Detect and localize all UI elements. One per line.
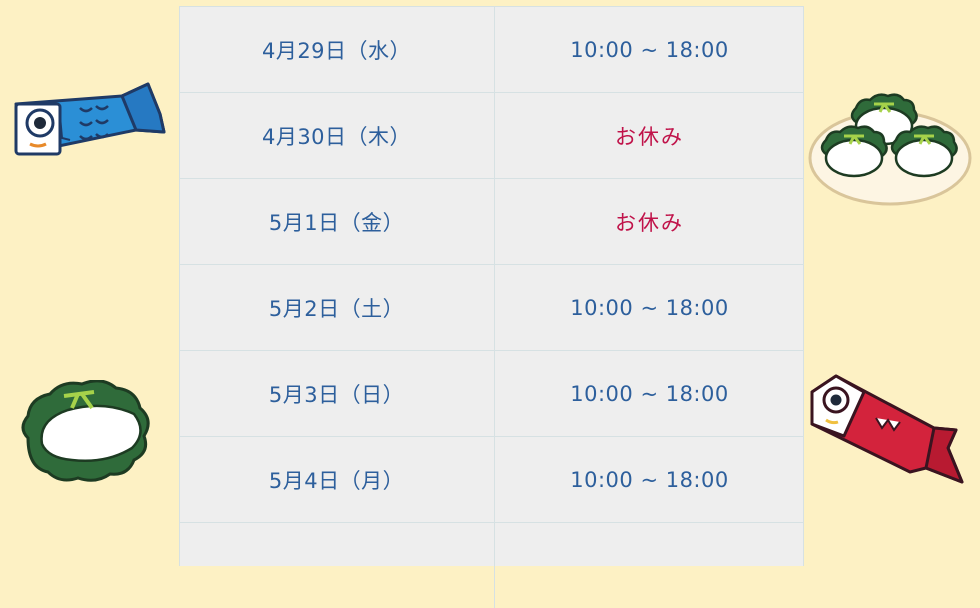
closed-cell: お休み: [494, 93, 804, 178]
date-cell: [180, 523, 493, 608]
kashiwa-mochi-icon: [21, 380, 150, 482]
date-cell: 4月30日（木）: [261, 124, 412, 149]
hours-cell: 10:00 ~ 18:00: [494, 7, 804, 92]
table-row: [180, 522, 803, 608]
table-row: 5月1日（金） お休み: [180, 178, 803, 264]
hours-cell: 10:00 ~ 18:00: [494, 351, 804, 436]
table-row: 5月3日（日） 10:00 ~ 18:00: [180, 350, 803, 436]
date-cell: 4月29日（水）: [261, 38, 412, 63]
date-cell: 5月2日（土）: [268, 296, 405, 321]
date-cell: 5月1日（金）: [268, 210, 405, 235]
table-row: 4月30日（木） お休み: [180, 92, 803, 178]
date-cell: 5月3日（日）: [268, 382, 405, 407]
koinobori-red-icon: [810, 374, 964, 484]
kashiwa-mochi-plate-icon: [808, 93, 972, 206]
hours-cell: [494, 523, 804, 608]
closed-cell: お休み: [494, 179, 804, 264]
hours-cell: 10:00 ~ 18:00: [494, 437, 804, 522]
table-row: 4月29日（水） 10:00 ~ 18:00: [180, 6, 803, 92]
date-cell: 5月4日（月）: [268, 468, 405, 493]
table-row: 5月2日（土） 10:00 ~ 18:00: [180, 264, 803, 350]
hours-cell: 10:00 ~ 18:00: [494, 265, 804, 350]
hours-table: 4月29日（水） 10:00 ~ 18:00 4月30日（木） お休み 5月1日…: [179, 6, 804, 608]
koinobori-blue-icon: [14, 82, 166, 156]
table-row: 5月4日（月） 10:00 ~ 18:00: [180, 436, 803, 522]
